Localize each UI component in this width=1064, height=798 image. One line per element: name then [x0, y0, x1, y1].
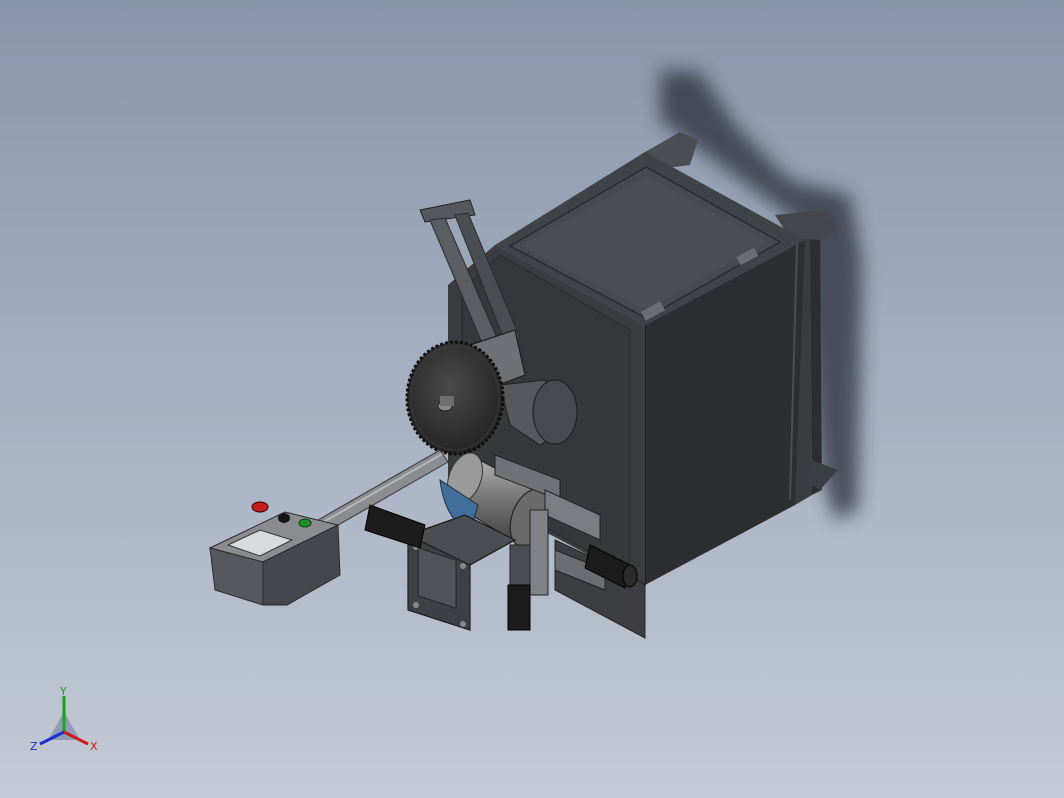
saw-blade[interactable] — [405, 340, 505, 456]
view-orientation-triad: Y X Z — [30, 685, 98, 753]
saw-machine-model[interactable] — [0, 0, 1064, 798]
control-box[interactable] — [208, 501, 341, 606]
x-axis-label: X — [90, 740, 98, 753]
green-start-button[interactable] — [298, 518, 312, 528]
red-stop-button[interactable] — [251, 501, 269, 513]
y-axis-label: Y — [59, 685, 67, 698]
graphics-viewport[interactable]: Y X Z — [0, 0, 1064, 798]
black-knob[interactable] — [278, 513, 290, 523]
z-axis-label: Z — [30, 740, 38, 753]
